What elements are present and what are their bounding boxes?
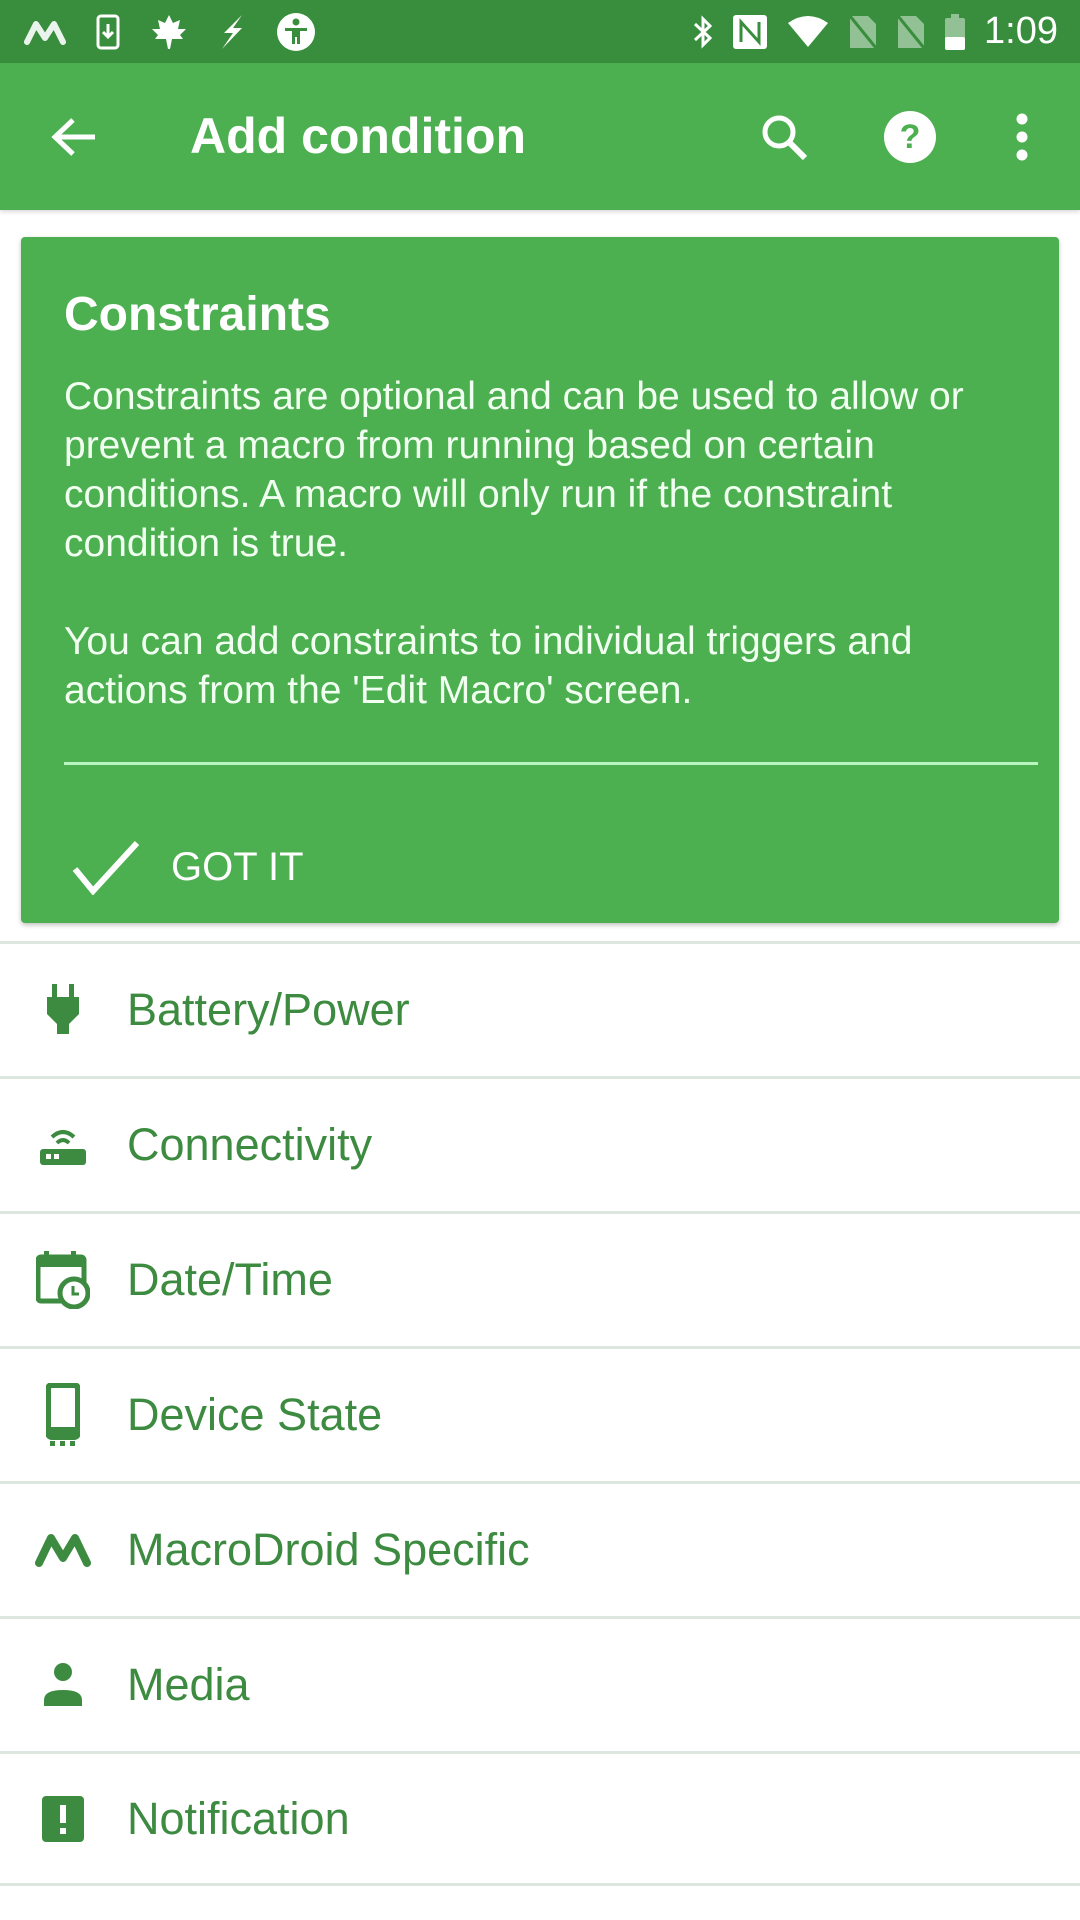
accessibility-icon	[276, 12, 316, 52]
battery-icon	[944, 13, 966, 51]
category-battery-power[interactable]: Battery/Power	[0, 941, 1080, 1076]
category-label: Date/Time	[127, 1254, 333, 1305]
calendar-clock-icon	[33, 1250, 93, 1310]
card-paragraph: You can add constraints to individual tr…	[64, 620, 913, 712]
more-vert-icon	[1016, 113, 1028, 161]
card-body: Constraints are optional and can be used…	[64, 372, 1024, 715]
wifi-icon	[786, 15, 830, 49]
router-icon	[33, 1115, 93, 1175]
alert-box-icon	[33, 1789, 93, 1849]
category-label: Notification	[127, 1792, 350, 1844]
category-label: Battery/Power	[127, 984, 410, 1035]
person-icon	[33, 1655, 93, 1715]
category-connectivity[interactable]: Connectivity	[0, 1076, 1080, 1211]
phone-icon	[33, 1383, 93, 1446]
svg-text:?: ?	[900, 118, 921, 156]
category-label: Connectivity	[127, 1119, 373, 1170]
category-list: Battery/Power Connectivity Date/Time Dev…	[0, 941, 1080, 1886]
constraints-info-card: Constraints Constraints are optional and…	[21, 237, 1059, 923]
card-title: Constraints	[64, 288, 331, 341]
category-label: Device State	[127, 1389, 383, 1440]
help-icon: ?	[884, 111, 936, 163]
got-it-button[interactable]: GOT IT	[71, 817, 304, 917]
category-media[interactable]: Media	[0, 1616, 1080, 1751]
category-date-time[interactable]: Date/Time	[0, 1211, 1080, 1346]
search-button[interactable]	[754, 107, 814, 167]
flash-icon	[218, 13, 246, 51]
category-device-state[interactable]: Device State	[0, 1346, 1080, 1481]
maple-leaf-icon	[150, 13, 188, 51]
download-phone-icon	[96, 14, 120, 50]
page-title: Add condition	[190, 108, 527, 164]
check-icon	[72, 840, 140, 895]
macrodroid-icon	[33, 1520, 93, 1580]
back-button[interactable]	[44, 107, 104, 167]
help-button[interactable]: ?	[880, 107, 940, 167]
status-time: 1:09	[984, 10, 1058, 52]
category-label: Media	[127, 1659, 250, 1710]
nfc-icon	[732, 14, 768, 50]
macrodroid-icon	[24, 18, 66, 46]
search-icon	[762, 115, 808, 161]
bluetooth-icon	[692, 14, 714, 50]
app-bar: Add condition ?	[0, 63, 1080, 210]
status-bar: 1:09	[0, 0, 1080, 63]
card-divider	[64, 762, 1038, 765]
no-sim-icon	[848, 14, 878, 50]
arrow-back-icon	[51, 118, 95, 156]
more-options-button[interactable]	[992, 107, 1052, 167]
power-plug-icon	[33, 980, 93, 1040]
category-label: MacroDroid Specific	[127, 1524, 530, 1575]
category-notification[interactable]: Notification	[0, 1751, 1080, 1886]
got-it-label: GOT IT	[171, 844, 304, 889]
category-macrodroid-specific[interactable]: MacroDroid Specific	[0, 1481, 1080, 1616]
card-paragraph: Constraints are optional and can be used…	[64, 375, 964, 565]
no-sim-icon	[896, 14, 926, 50]
